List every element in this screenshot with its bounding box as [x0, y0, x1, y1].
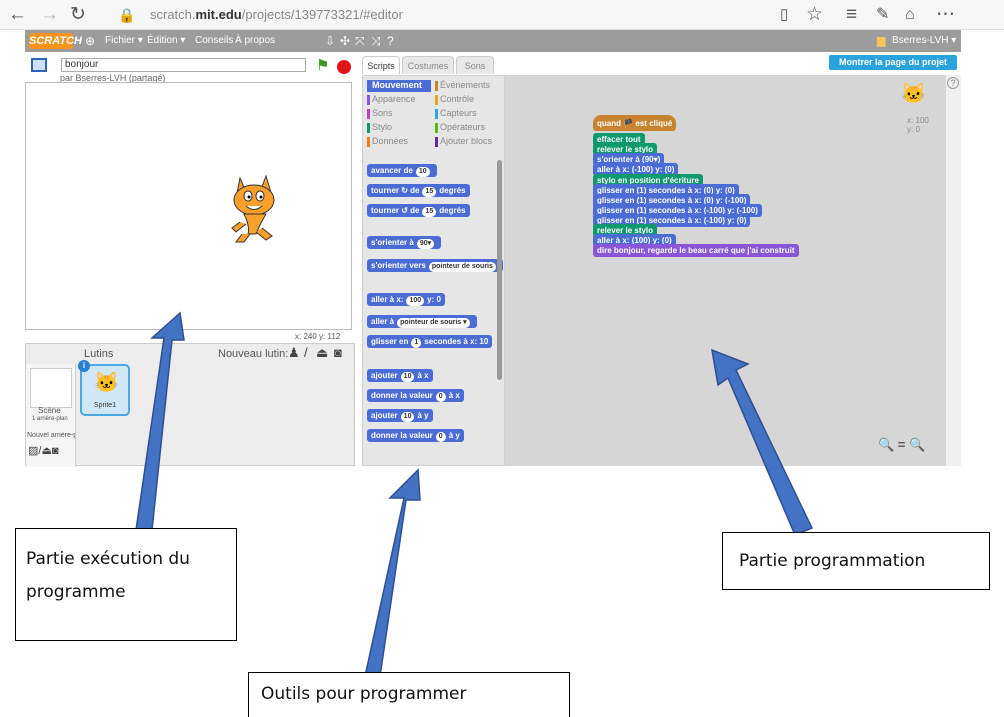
callout-execution: Partie exécution du programme — [15, 528, 237, 641]
arrow-tools — [361, 468, 421, 691]
arrow-programming — [711, 348, 814, 536]
callout-programming: Partie programmation — [722, 532, 990, 590]
arrow-execution — [135, 311, 185, 531]
callout-tools: Outils pour programmer — [248, 672, 570, 717]
